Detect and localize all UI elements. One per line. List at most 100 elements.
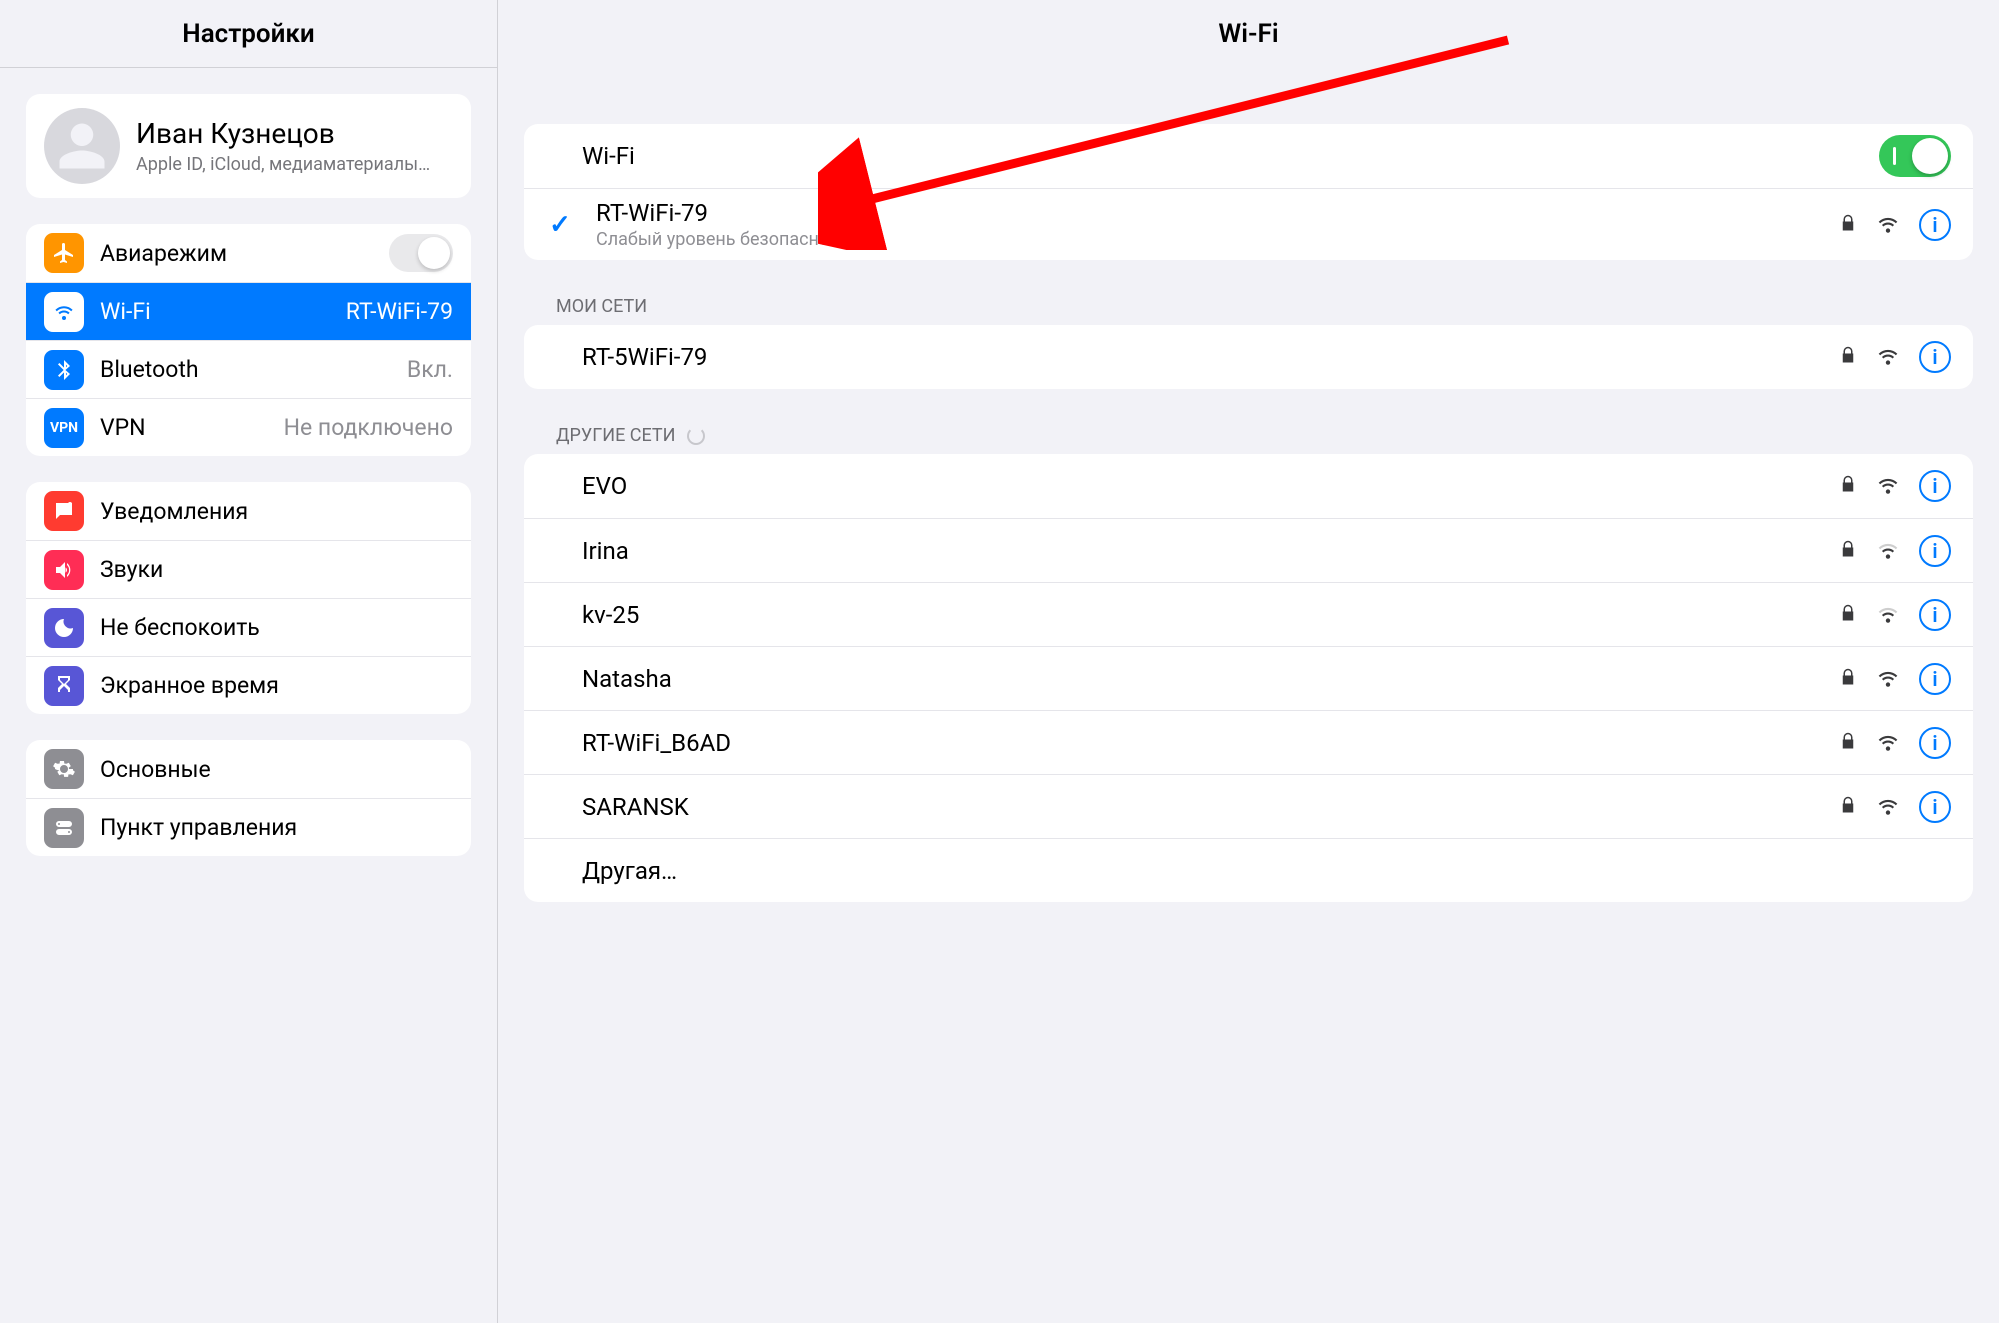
lock-icon: [1839, 344, 1857, 370]
connected-network-row[interactable]: ✓ RT-WiFi-79 Слабый уровень безопасности…: [524, 188, 1973, 260]
sidebar-group-general: Основные Пункт управления: [26, 740, 471, 856]
wifi-signal-icon: [1875, 603, 1901, 627]
gear-icon: [44, 749, 84, 789]
wifi-toggle-label: Wi-Fi: [582, 142, 1865, 170]
dnd-label: Не беспокоить: [100, 614, 453, 641]
info-icon[interactable]: i: [1919, 341, 1951, 373]
vpn-label: VPN: [100, 414, 268, 441]
sidebar-item-screentime[interactable]: Экранное время: [26, 656, 471, 714]
other-network-label: Другая…: [582, 857, 1951, 885]
wifi-signal-icon: [1875, 345, 1901, 369]
lock-icon: [1839, 730, 1857, 756]
hourglass-icon: [44, 666, 84, 706]
sidebar-header: Настройки: [0, 0, 497, 68]
wifi-signal-icon: [1875, 474, 1901, 498]
moon-icon: [44, 608, 84, 648]
apple-id-subtitle: Apple ID, iCloud, медиаматериалы…: [136, 154, 430, 175]
other-network-row[interactable]: Другая…: [524, 838, 1973, 902]
sidebar-item-bluetooth[interactable]: Bluetooth Вкл.: [26, 340, 471, 398]
wifi-signal-icon: [1875, 795, 1901, 819]
network-row[interactable]: RT-5WiFi-79 i: [524, 325, 1973, 389]
info-icon[interactable]: i: [1919, 663, 1951, 695]
wifi-signal-icon: [1875, 731, 1901, 755]
wifi-main-card: Wi-Fi ✓ RT-WiFi-79 Слабый уровень безопа…: [524, 124, 1973, 260]
network-name: EVO: [582, 472, 1825, 500]
airplane-icon: [44, 233, 84, 273]
bluetooth-label: Bluetooth: [100, 356, 391, 383]
general-label: Основные: [100, 756, 453, 783]
sidebar-item-airplane[interactable]: Авиарежим: [26, 224, 471, 282]
switches-icon: [44, 808, 84, 848]
detail-title: Wi-Fi: [1218, 19, 1278, 49]
sidebar-item-vpn[interactable]: VPN VPN Не подключено: [26, 398, 471, 456]
network-row[interactable]: SARANSK i: [524, 774, 1973, 838]
apple-id-card[interactable]: Иван Кузнецов Apple ID, iCloud, медиамат…: [26, 94, 471, 198]
vpn-icon: VPN: [44, 408, 84, 448]
screentime-label: Экранное время: [100, 672, 453, 699]
network-name: kv-25: [582, 601, 1825, 629]
apple-id-name: Иван Кузнецов: [136, 117, 430, 150]
network-row[interactable]: kv-25 i: [524, 582, 1973, 646]
my-networks-card: RT-5WiFi-79 i: [524, 325, 1973, 389]
sidebar-group-connectivity: Авиарежим Wi-Fi RT-WiFi-79 Bluetooth Вкл…: [26, 224, 471, 456]
network-name: RT-WiFi_B6AD: [582, 729, 1825, 757]
notifications-label: Уведомления: [100, 498, 453, 525]
wifi-label: Wi-Fi: [100, 298, 330, 325]
sounds-icon: [44, 550, 84, 590]
wifi-toggle[interactable]: [1879, 135, 1951, 177]
wifi-toggle-row[interactable]: Wi-Fi: [524, 124, 1973, 188]
airplane-toggle[interactable]: [389, 234, 453, 272]
sidebar-item-wifi[interactable]: Wi-Fi RT-WiFi-79: [26, 282, 471, 340]
info-icon[interactable]: i: [1919, 209, 1951, 241]
notifications-icon: [44, 491, 84, 531]
sidebar-item-notifications[interactable]: Уведомления: [26, 482, 471, 540]
network-name: SARANSK: [582, 793, 1825, 821]
sidebar-item-general[interactable]: Основные: [26, 740, 471, 798]
sidebar-item-sounds[interactable]: Звуки: [26, 540, 471, 598]
network-name: RT-5WiFi-79: [582, 343, 1825, 371]
spinner-icon: [687, 427, 705, 445]
sounds-label: Звуки: [100, 556, 453, 583]
my-networks-header: МОИ СЕТИ: [556, 296, 1957, 317]
other-networks-card: EVOiIrinaikv-25iNatashaiRT-WiFi_B6ADiSAR…: [524, 454, 1973, 902]
vpn-value: Не подключено: [284, 414, 453, 441]
settings-sidebar: Настройки Иван Кузнецов Apple ID, iCloud…: [0, 0, 498, 1323]
lock-icon: [1839, 602, 1857, 628]
network-row[interactable]: Irina i: [524, 518, 1973, 582]
lock-icon: [1839, 212, 1857, 238]
connected-network-subtitle: Слабый уровень безопасности: [596, 229, 1825, 250]
lock-icon: [1839, 538, 1857, 564]
lock-icon: [1839, 794, 1857, 820]
lock-icon: [1839, 666, 1857, 692]
avatar-icon: [44, 108, 120, 184]
info-icon[interactable]: i: [1919, 599, 1951, 631]
wifi-value: RT-WiFi-79: [346, 298, 453, 325]
sidebar-title: Настройки: [182, 19, 314, 49]
network-row[interactable]: Natasha i: [524, 646, 1973, 710]
wifi-signal-icon: [1875, 667, 1901, 691]
network-row[interactable]: EVO i: [524, 454, 1973, 518]
sidebar-group-notifications: Уведомления Звуки Не беспокоить Экранное…: [26, 482, 471, 714]
network-row[interactable]: RT-WiFi_B6AD i: [524, 710, 1973, 774]
control-center-label: Пункт управления: [100, 814, 453, 841]
info-icon[interactable]: i: [1919, 470, 1951, 502]
wifi-detail-pane: Wi-Fi Wi-Fi ✓ RT-WiFi-79 Слабый уровень …: [498, 0, 1999, 1323]
bluetooth-icon: [44, 350, 84, 390]
detail-header: Wi-Fi: [498, 0, 1999, 68]
connected-network-name: RT-WiFi-79: [596, 199, 1825, 227]
network-name: Natasha: [582, 665, 1825, 693]
wifi-signal-icon: [1875, 539, 1901, 563]
other-networks-header: ДРУГИЕ СЕТИ: [556, 425, 1957, 446]
network-name: Irina: [582, 537, 1825, 565]
info-icon[interactable]: i: [1919, 791, 1951, 823]
info-icon[interactable]: i: [1919, 727, 1951, 759]
wifi-signal-icon: [1875, 213, 1901, 237]
bluetooth-value: Вкл.: [407, 356, 453, 383]
sidebar-item-dnd[interactable]: Не беспокоить: [26, 598, 471, 656]
lock-icon: [1839, 473, 1857, 499]
wifi-icon: [44, 292, 84, 332]
sidebar-item-control-center[interactable]: Пункт управления: [26, 798, 471, 856]
checkmark-icon: ✓: [542, 210, 578, 240]
airplane-label: Авиарежим: [100, 240, 373, 267]
info-icon[interactable]: i: [1919, 535, 1951, 567]
